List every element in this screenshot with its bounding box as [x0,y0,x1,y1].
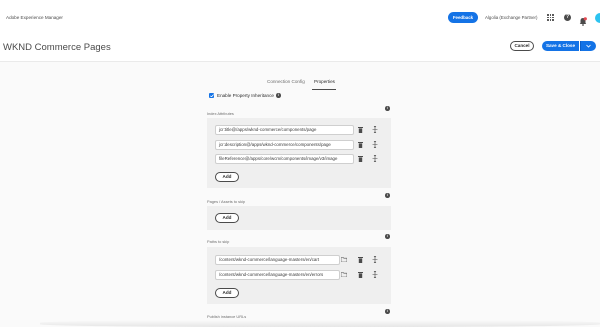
add-page-to-skip-button[interactable]: Add [215,213,239,223]
info-icon[interactable]: i [385,234,390,239]
info-icon[interactable]: i [385,106,390,111]
index-attribute-input[interactable]: jcr:title@/apps/wknd-commerce/components… [215,125,354,135]
move-icon[interactable] [372,271,378,278]
enable-inheritance-checkbox[interactable] [209,93,214,98]
save-options-dropdown[interactable] [580,41,596,51]
help-icon[interactable]: ? [564,14,571,21]
check-icon [209,94,214,98]
add-index-attribute-button[interactable]: Add [215,172,239,182]
move-icon[interactable] [372,126,378,133]
solutions-grid-icon[interactable] [547,14,554,21]
trash-icon[interactable] [358,142,363,148]
index-attribute-input[interactable]: fileReference@/apps/core/wcm/components/… [215,154,354,164]
move-icon[interactable] [372,155,378,162]
pages-to-skip-label: Pages / Assets to skip [207,199,246,204]
shell-bar: Adobe Experience Manager Feedback Algoli… [0,0,600,38]
app-title[interactable]: Adobe Experience Manager [6,15,63,20]
tab-properties[interactable]: Properties [314,79,335,84]
enable-inheritance-label[interactable]: Enable Property Inheritance [217,93,274,98]
chevron-down-icon [586,44,591,48]
info-icon[interactable]: i [385,193,390,198]
info-icon[interactable]: i [276,93,281,98]
scroll-shadow [40,320,600,327]
path-to-skip-input[interactable]: /content/wknd-commerce/language-masters/… [215,270,340,280]
add-path-to-skip-button[interactable]: Add [215,288,239,298]
trash-icon[interactable] [358,156,363,162]
tab-connection-config[interactable]: Connection Config [267,79,305,84]
folder-icon[interactable] [341,272,347,277]
index-attributes-label: Index Attributes [207,111,234,116]
page-header: WKND Commerce Pages Cancel Save & Close [0,38,600,62]
pages-to-skip-multifield: Add [207,206,391,230]
page-title: WKND Commerce Pages [3,42,111,53]
paths-to-skip-label: Paths to skip [207,239,230,244]
bell-icon[interactable] [579,13,587,26]
info-icon[interactable]: i [385,309,390,314]
paths-to-skip-multifield: /content/wknd-commerce/language-masters/… [207,247,391,304]
path-to-skip-input[interactable]: /content/wknd-commerce/language-masters/… [215,255,340,265]
index-attributes-multifield: jcr:title@/apps/wknd-commerce/components… [207,118,391,188]
save-and-close-button[interactable]: Save & Close [542,41,579,51]
folder-icon[interactable] [341,257,347,262]
cancel-button[interactable]: Cancel [510,41,534,51]
org-switcher[interactable]: Algolia (Exchange Partner) [485,15,537,20]
feedback-button[interactable]: Feedback [448,12,478,23]
trash-icon[interactable] [358,272,363,278]
move-icon[interactable] [372,256,378,263]
move-icon[interactable] [372,141,378,148]
trash-icon[interactable] [358,127,363,133]
publish-urls-label: Publish instance URLs [207,314,247,319]
avatar[interactable] [595,13,600,23]
index-attribute-input[interactable]: jcr:description@/apps/wknd-commerce/comp… [215,140,354,150]
trash-icon[interactable] [358,257,363,263]
active-tab-indicator [312,89,336,90]
